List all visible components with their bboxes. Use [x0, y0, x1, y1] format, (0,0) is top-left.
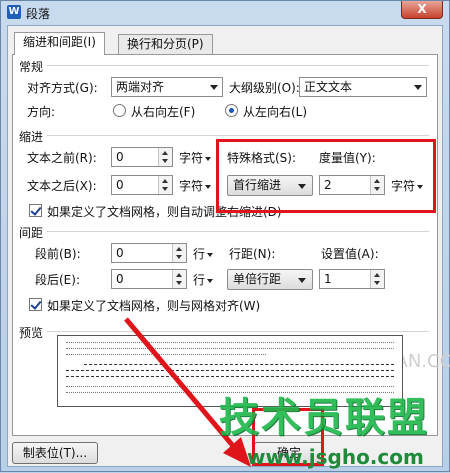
direction-label: 方向:	[27, 105, 56, 119]
space-before-spinner[interactable]: 0	[111, 243, 187, 263]
space-after-unit-dropdown[interactable]: 行	[193, 271, 214, 288]
chevron-down-icon	[298, 278, 306, 283]
spacing-grid-label: 如果定义了文档网格，则与网格对齐(W)	[47, 299, 261, 313]
indent-before-value: 0	[116, 150, 124, 164]
general-divider	[19, 65, 429, 66]
line-spacing-label: 行距(N):	[229, 247, 276, 261]
general-group-title: 常规	[19, 58, 48, 75]
tab-indent-spacing[interactable]: 缩进和间距(I)	[14, 32, 105, 55]
spinner-buttons[interactable]	[158, 148, 172, 166]
indent-group-title: 缩进	[19, 128, 48, 145]
indent-before-unit-dropdown[interactable]: 字符	[179, 149, 212, 166]
arrow-down-icon[interactable]	[162, 187, 168, 191]
indent-before-unit: 字符	[179, 151, 204, 165]
arrow-down-icon[interactable]	[176, 281, 182, 285]
outline-level-select[interactable]: 正文文本	[299, 77, 427, 97]
indent-divider	[19, 135, 429, 136]
indent-before-spinner[interactable]: 0	[111, 147, 173, 167]
setting-value-label: 设置值(A):	[321, 247, 379, 261]
preview-line	[66, 370, 394, 371]
spacing-group-title: 间距	[19, 224, 48, 241]
title-bar[interactable]: W 段落 X	[1, 1, 449, 25]
site-watermark-url: www.jsgho.com	[247, 445, 424, 469]
preview-line	[66, 354, 266, 355]
chevron-down-icon	[205, 184, 212, 189]
arrow-up-icon[interactable]	[176, 247, 182, 251]
indent-after-spinner[interactable]: 0	[111, 175, 173, 195]
chevron-down-icon	[414, 85, 422, 90]
chevron-down-icon	[210, 85, 218, 90]
arrow-up-icon[interactable]	[176, 273, 182, 277]
close-button[interactable]: X	[401, 1, 443, 19]
spinner-buttons[interactable]	[158, 176, 172, 194]
space-after-value: 0	[116, 272, 124, 286]
spinner-buttons[interactable]	[370, 270, 384, 288]
preview-line	[84, 364, 394, 365]
chevron-down-icon	[205, 156, 212, 161]
alignment-value: 两端对齐	[116, 80, 165, 94]
chevron-down-icon	[207, 252, 214, 257]
preview-divider	[19, 331, 429, 332]
space-after-spinner[interactable]: 0	[111, 269, 187, 289]
tab-stops-button[interactable]: 制表位(T)...	[12, 442, 98, 464]
alignment-label: 对齐方式(G):	[27, 81, 98, 95]
chevron-down-icon	[207, 278, 214, 283]
special-format-highlight	[216, 139, 436, 213]
tab-panel: 常规 对齐方式(G): 两端对齐 大纲级别(O): 正文文本 方向: 从右向左(…	[12, 54, 450, 436]
arrow-down-icon[interactable]	[374, 281, 380, 285]
wps-writer-icon: W	[7, 5, 21, 19]
line-spacing-select[interactable]: 单倍行距	[227, 269, 313, 290]
spacing-divider	[19, 231, 429, 232]
setting-value-spinner[interactable]: 1	[319, 269, 385, 289]
space-after-label: 段后(E):	[35, 273, 80, 287]
arrow-down-icon[interactable]	[176, 255, 182, 259]
rtl-label: 从右向左(F)	[131, 105, 196, 119]
indent-before-label: 文本之前(R):	[27, 151, 97, 165]
rtl-radio[interactable]	[113, 104, 126, 117]
alignment-select[interactable]: 两端对齐	[111, 77, 223, 97]
indent-after-unit: 字符	[179, 179, 204, 193]
preview-line	[66, 348, 394, 349]
outline-level-value: 正文文本	[304, 80, 353, 94]
preview-line	[66, 342, 394, 343]
indent-after-unit-dropdown[interactable]: 字符	[179, 177, 212, 194]
space-before-label: 段前(B):	[35, 247, 81, 261]
ltr-radio[interactable]	[225, 104, 238, 117]
dialog-title: 段落	[26, 7, 51, 21]
space-before-value: 0	[116, 246, 124, 260]
space-after-unit: 行	[193, 273, 206, 287]
line-spacing-value: 单倍行距	[233, 272, 282, 286]
paragraph-dialog: W 段落 X 缩进和间距(I) 换行和分页(P) 常规 对齐方式(G): 两端对…	[0, 0, 450, 472]
arrow-down-icon[interactable]	[162, 159, 168, 163]
indent-after-label: 文本之后(X):	[27, 179, 97, 193]
spacing-grid-checkbox[interactable]	[29, 298, 42, 311]
preview-group-title: 预览	[19, 324, 48, 341]
arrow-up-icon[interactable]	[162, 179, 168, 183]
indent-grid-checkbox[interactable]	[29, 204, 42, 217]
site-watermark: 技术员联盟	[219, 395, 429, 441]
arrow-up-icon[interactable]	[162, 151, 168, 155]
arrow-up-icon[interactable]	[374, 273, 380, 277]
space-before-unit-dropdown[interactable]: 行	[193, 245, 214, 262]
outline-level-label: 大纲级别(O):	[229, 81, 300, 95]
ltr-label: 从左向右(L)	[243, 105, 308, 119]
setting-value: 1	[324, 272, 332, 286]
spinner-buttons[interactable]	[172, 244, 186, 262]
preview-line	[66, 376, 394, 377]
tab-line-page-breaks[interactable]: 换行和分页(P)	[118, 34, 213, 54]
indent-after-value: 0	[116, 178, 124, 192]
spinner-buttons[interactable]	[172, 270, 186, 288]
space-before-unit: 行	[193, 247, 206, 261]
